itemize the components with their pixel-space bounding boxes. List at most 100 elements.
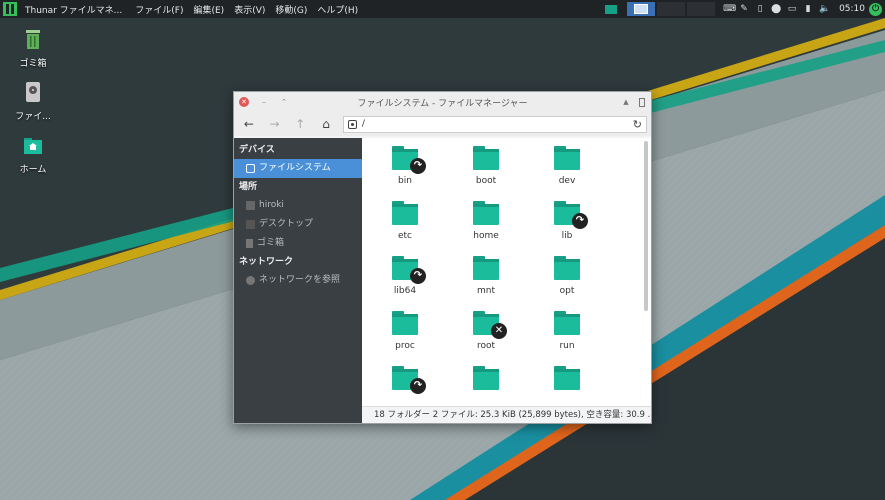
top-panel: Thunar ファイルマネ... ファイル(F) 編集(E) 表示(V) 移動(… bbox=[0, 0, 885, 18]
file-item[interactable]: dev bbox=[532, 146, 602, 186]
home-icon[interactable]: ⌂ bbox=[315, 114, 337, 134]
forward-arrow-icon[interactable]: → bbox=[264, 114, 286, 134]
power-icon[interactable]: ⏻ bbox=[869, 2, 882, 16]
window-titlebar[interactable]: ✕ – ⌃ ファイルシステム - ファイルマネージャー ▲ bbox=[234, 92, 651, 112]
network-icon bbox=[246, 276, 255, 285]
file-item[interactable] bbox=[451, 366, 521, 396]
battery-icon[interactable]: ▮ bbox=[803, 4, 813, 14]
drive-icon bbox=[347, 119, 357, 129]
sidebar-item-desktop[interactable]: デスクトップ bbox=[234, 215, 362, 234]
folder-icon bbox=[473, 201, 499, 225]
folder-icon: ↷ bbox=[554, 201, 588, 229]
folder-icon: ↷ bbox=[392, 256, 426, 284]
trash-icon bbox=[26, 30, 40, 49]
menu-edit[interactable]: 編集(E) bbox=[188, 3, 229, 16]
desktop-icon-filesystem[interactable]: ファイ... bbox=[3, 81, 63, 122]
file-item[interactable]: boot bbox=[451, 146, 521, 186]
menu-go[interactable]: 移動(G) bbox=[270, 3, 312, 16]
shade-button[interactable]: ▲ bbox=[621, 97, 631, 107]
folder-icon bbox=[473, 256, 499, 280]
drive-icon bbox=[246, 164, 255, 173]
sidebar-item-home[interactable]: hiroki bbox=[234, 196, 362, 215]
sidebar-item-browse-network[interactable]: ネットワークを参照 bbox=[234, 271, 362, 290]
trash-icon bbox=[246, 239, 253, 248]
workspace-3[interactable] bbox=[657, 2, 686, 16]
folder-icon: ↷ bbox=[392, 146, 426, 174]
reload-icon[interactable]: ↻ bbox=[633, 118, 642, 131]
menu-file[interactable]: ファイル(F) bbox=[130, 3, 188, 16]
folder-icon bbox=[554, 256, 580, 280]
toolbar: ← → ↑ ⌂ / ↻ bbox=[234, 112, 651, 136]
clipboard-icon[interactable]: ✎ bbox=[739, 4, 749, 14]
file-item[interactable]: opt bbox=[532, 256, 602, 296]
window-menu-button[interactable] bbox=[637, 97, 647, 107]
file-item[interactable]: etc bbox=[370, 201, 440, 241]
sidebar-item-label: ネットワークを参照 bbox=[259, 275, 341, 285]
taskbar-thunar[interactable]: Thunar ファイルマネ... bbox=[21, 3, 130, 16]
update-icon[interactable]: ⬤ bbox=[771, 4, 781, 14]
workspace-4[interactable] bbox=[687, 2, 716, 16]
maximize-button[interactable]: ⌃ bbox=[279, 97, 289, 107]
file-name: lib bbox=[561, 231, 573, 241]
file-name: boot bbox=[475, 176, 497, 186]
folder-icon bbox=[392, 311, 418, 335]
window-title: ファイルシステム - ファイルマネージャー bbox=[357, 98, 528, 109]
file-manager-window: ✕ – ⌃ ファイルシステム - ファイルマネージャー ▲ ← → ↑ ⌂ / … bbox=[233, 91, 652, 424]
sidebar-item-trash[interactable]: ゴミ箱 bbox=[234, 234, 362, 253]
clock[interactable]: 05:10 bbox=[835, 4, 869, 14]
sidebar-header-network: ネットワーク bbox=[239, 257, 294, 267]
minimize-button[interactable]: – bbox=[259, 97, 269, 107]
file-item[interactable]: home bbox=[451, 201, 521, 241]
file-name: mnt bbox=[477, 286, 495, 296]
desktop-icon-label: ホーム bbox=[19, 165, 47, 175]
sidebar-header-places: 場所 bbox=[239, 182, 258, 192]
menu-view[interactable]: 表示(V) bbox=[229, 3, 270, 16]
home-folder-icon bbox=[24, 138, 42, 154]
desktop-icon-home[interactable]: ホーム bbox=[3, 134, 63, 175]
file-item[interactable]: run bbox=[532, 311, 602, 351]
file-item[interactable]: ↷ bin bbox=[370, 146, 440, 186]
file-item[interactable]: mnt bbox=[451, 256, 521, 296]
file-item[interactable]: ↷ lib64 bbox=[370, 256, 440, 296]
manjaro-logo-icon[interactable] bbox=[3, 2, 17, 16]
file-item[interactable]: ✕ root bbox=[451, 311, 521, 351]
close-button[interactable]: ✕ bbox=[239, 97, 249, 107]
sidebar-header-devices: デバイス bbox=[239, 145, 275, 155]
file-item[interactable] bbox=[532, 366, 602, 396]
volume-icon[interactable]: 🔈 bbox=[819, 4, 830, 14]
folder-icon bbox=[473, 366, 499, 390]
folder-icon bbox=[554, 146, 580, 170]
scrollbar[interactable] bbox=[644, 141, 648, 311]
workspace-1[interactable] bbox=[597, 2, 626, 16]
file-item[interactable]: proc bbox=[370, 311, 440, 351]
menu-help[interactable]: ヘルプ(H) bbox=[312, 3, 363, 16]
desktop-icon-label: ファイ... bbox=[15, 112, 51, 122]
keyboard-icon[interactable]: ⌨ bbox=[723, 4, 736, 14]
sidebar-item-label: デスクトップ bbox=[259, 219, 314, 229]
home-icon bbox=[246, 201, 255, 210]
status-bar: 18 フォルダー 2 ファイル: 25.3 KiB (25,899 bytes)… bbox=[362, 406, 651, 423]
file-item[interactable]: ↷ bbox=[370, 366, 440, 396]
file-name: proc bbox=[395, 341, 415, 351]
sidebar-item-filesystem[interactable]: ファイルシステム bbox=[234, 159, 362, 178]
system-tray: ⌨ ✎ ▯ ⬤ ▭ ▮ 🔈 bbox=[717, 4, 835, 14]
desktop-icon-trash[interactable]: ゴミ箱 bbox=[3, 28, 63, 69]
workspace-2[interactable] bbox=[627, 2, 656, 16]
symlink-emblem-icon: ↷ bbox=[410, 378, 426, 394]
sidebar-item-label: hiroki bbox=[259, 200, 284, 210]
sidebar-item-label: ファイルシステム bbox=[259, 163, 331, 173]
desktop-icon-label: ゴミ箱 bbox=[19, 59, 47, 69]
file-name: bin bbox=[398, 176, 412, 186]
file-name: run bbox=[559, 341, 575, 351]
file-name: home bbox=[473, 231, 499, 241]
location-path: / bbox=[361, 119, 365, 129]
display-icon[interactable]: ▭ bbox=[787, 4, 797, 14]
notes-icon[interactable]: ▯ bbox=[755, 4, 765, 14]
file-item[interactable]: ↷ lib bbox=[532, 201, 602, 241]
location-bar[interactable]: / ↻ bbox=[342, 115, 648, 133]
back-arrow-icon[interactable]: ← bbox=[238, 114, 260, 134]
side-pane: デバイス ファイルシステム 場所 hiroki デスクトップ ゴミ箱 ネットワー… bbox=[234, 138, 362, 423]
folder-icon bbox=[392, 201, 418, 225]
up-arrow-icon[interactable]: ↑ bbox=[289, 114, 311, 134]
drive-icon bbox=[26, 82, 40, 102]
